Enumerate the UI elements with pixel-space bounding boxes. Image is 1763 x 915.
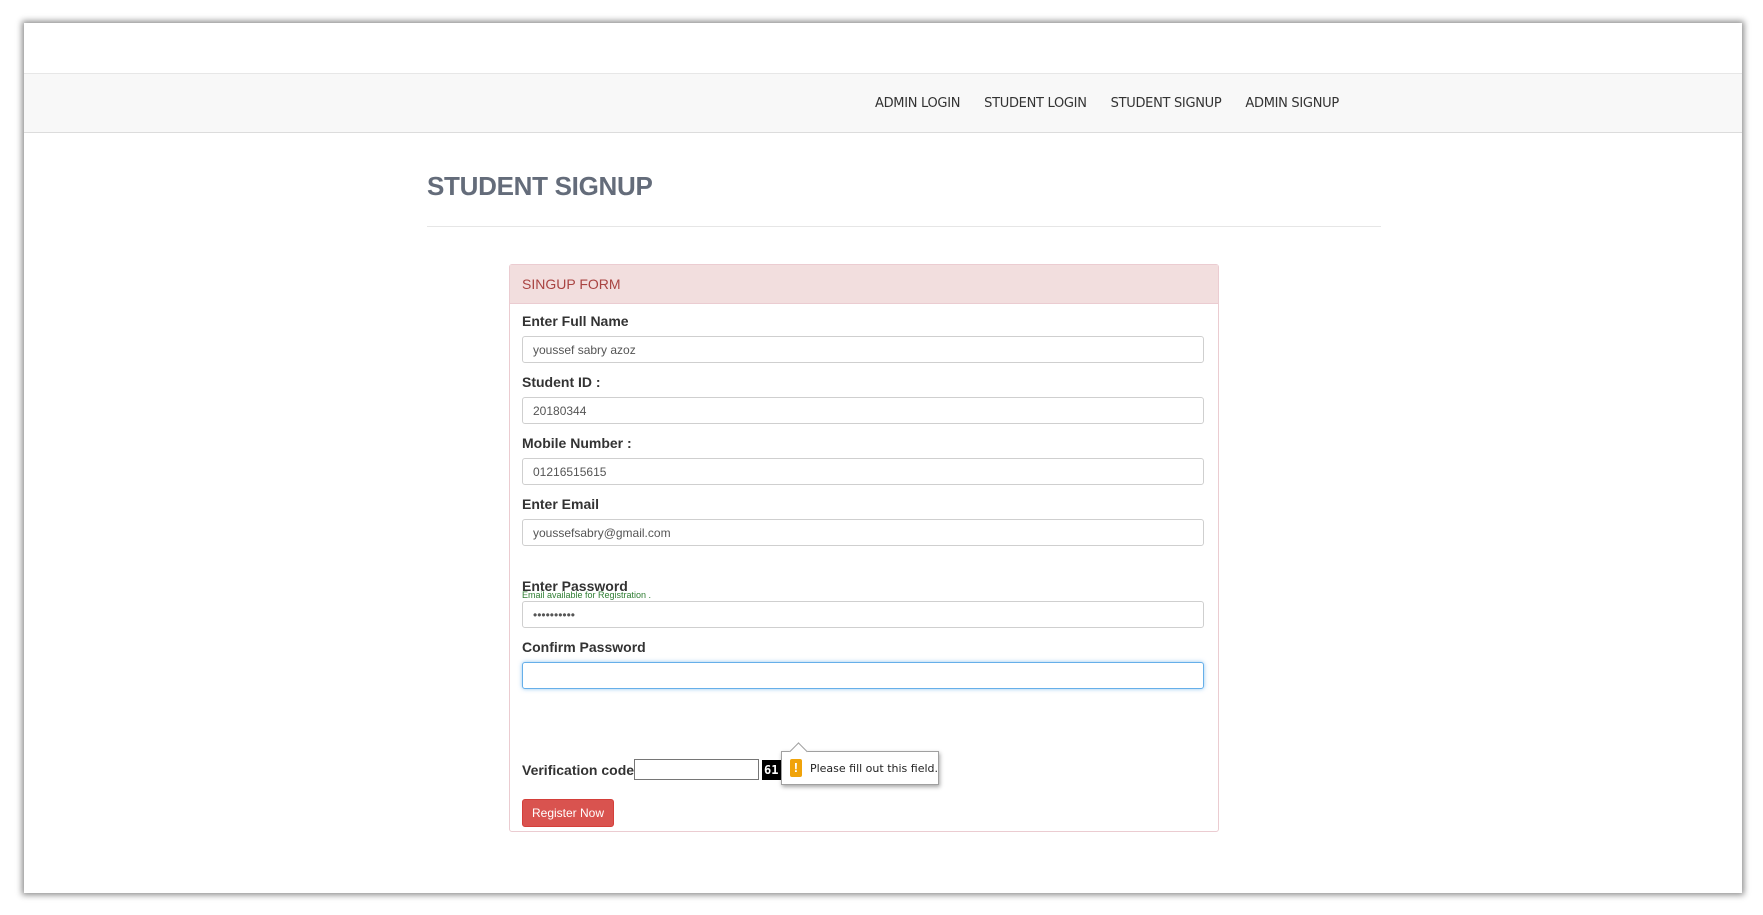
register-button[interactable]: Register Now bbox=[522, 799, 614, 827]
mobile-number-input[interactable] bbox=[522, 458, 1204, 485]
nav-student-signup[interactable]: STUDENT SIGNUP bbox=[1111, 96, 1222, 111]
verification-code-label: Verification code : bbox=[522, 762, 643, 778]
validation-message: Please fill out this field. bbox=[809, 761, 938, 775]
mobile-number-label: Mobile Number : bbox=[522, 435, 632, 451]
confirm-password-label: Confirm Password bbox=[522, 639, 646, 655]
panel-heading: SINGUP FORM bbox=[510, 265, 1218, 304]
full-name-input[interactable] bbox=[522, 336, 1204, 363]
validation-tooltip: ! Please fill out this field. bbox=[781, 742, 939, 785]
nav-admin-login[interactable]: ADMIN LOGIN bbox=[875, 96, 960, 111]
nav-admin-signup[interactable]: ADMIN SIGNUP bbox=[1245, 96, 1339, 111]
signup-panel: SINGUP FORM Enter Full Name Student ID :… bbox=[509, 264, 1219, 832]
confirm-password-input[interactable] bbox=[522, 662, 1204, 689]
student-id-input[interactable] bbox=[522, 397, 1204, 424]
warning-icon: ! bbox=[790, 759, 802, 777]
email-label: Enter Email bbox=[522, 496, 600, 512]
password-input[interactable] bbox=[522, 601, 1204, 628]
nav-student-login[interactable]: STUDENT LOGIN bbox=[984, 96, 1087, 111]
page-title: STUDENT SIGNUP bbox=[427, 171, 653, 201]
verification-code-input[interactable] bbox=[634, 759, 759, 780]
captcha-image: 61 bbox=[762, 760, 782, 780]
navbar: ADMIN LOGIN STUDENT LOGIN STUDENT SIGNUP… bbox=[24, 73, 1742, 133]
tooltip-arrow bbox=[789, 742, 808, 761]
browser-viewport: ADMIN LOGIN STUDENT LOGIN STUDENT SIGNUP… bbox=[24, 23, 1742, 893]
student-id-label: Student ID : bbox=[522, 374, 601, 390]
full-name-label: Enter Full Name bbox=[522, 313, 629, 329]
nav-links: ADMIN LOGIN STUDENT LOGIN STUDENT SIGNUP… bbox=[875, 74, 1363, 132]
title-divider bbox=[427, 226, 1381, 227]
password-label: Enter Password bbox=[522, 578, 628, 594]
email-input[interactable] bbox=[522, 519, 1204, 546]
